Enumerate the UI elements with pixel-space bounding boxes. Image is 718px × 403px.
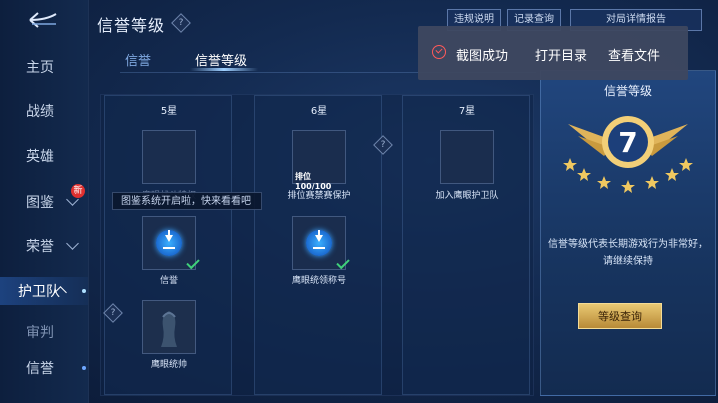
reward-slot[interactable]: 排位100/100: [292, 130, 346, 191]
help-glyph: ?: [380, 140, 386, 150]
sidebar-item-honor[interactable]: 荣誉: [0, 232, 88, 260]
sidebar-item-records[interactable]: 战绩: [0, 97, 88, 125]
reward-label: 排位赛禁赛保护: [287, 191, 351, 201]
reward-label: 鹰眼统帅: [150, 360, 187, 370]
panel-description: 信誉等级代表长期游戏行为非常好，请继续保持: [548, 239, 708, 267]
level-emblem-icon: 7: [563, 116, 693, 193]
reward-slot[interactable]: [142, 130, 196, 184]
reward-label: 鹰眼统领称号: [291, 276, 346, 286]
toast-message: 截图成功: [456, 49, 509, 64]
column-header: 6星: [310, 106, 328, 117]
column-6-star: 6星 排位100/100 ? 排位赛禁赛保护 鹰眼统领称号: [254, 95, 393, 395]
sidebar-item-label: 英雄: [26, 149, 54, 165]
reward-grid: 5星 鹰眼战斗特权 信誉 鹰眼统帅 6星 排位100/100 ? 排位赛禁赛保护…: [100, 94, 534, 396]
tab-credit[interactable]: 信誉: [125, 50, 151, 69]
reward-label: 信誉: [159, 276, 178, 286]
sidebar-item-heroes[interactable]: 英雄: [0, 142, 88, 170]
selected-dot: [82, 366, 86, 370]
help-glyph: ?: [178, 18, 184, 28]
sidebar-item-home[interactable]: 主页: [0, 53, 88, 81]
active-dot: [82, 289, 86, 293]
page-title: 信誉等级: [97, 16, 166, 35]
chevron-down-icon: [66, 237, 79, 250]
view-file-link[interactable]: 查看文件: [608, 45, 660, 64]
sidebar-item-judge[interactable]: 审判: [0, 318, 88, 346]
tab-credit-level[interactable]: 信誉等级: [195, 50, 247, 69]
back-arrow-icon[interactable]: [26, 10, 62, 30]
column-7-star: 7星 加入鹰眼护卫队: [402, 95, 530, 395]
level-query-button[interactable]: 等级查询: [578, 303, 662, 329]
panel-title: 信誉等级: [603, 84, 652, 98]
reward-slot[interactable]: [142, 216, 200, 270]
gallery-tooltip: 图鉴系统开启啦，快来看看吧: [112, 192, 262, 210]
sidebar-item-label: 战绩: [26, 104, 54, 120]
eagle-commander-icon: [161, 311, 177, 347]
help-glyph: ?: [110, 308, 116, 318]
sidebar-item-label: 图鉴: [26, 195, 54, 211]
level-number: 7: [618, 126, 637, 159]
sidebar-item-label: 审判: [26, 325, 54, 341]
column-header: 7星: [458, 106, 476, 117]
sidebar-item-credit[interactable]: 信誉: [0, 354, 88, 382]
reward-slot[interactable]: [440, 130, 494, 184]
column-5-star: 5星 鹰眼战斗特权 信誉 鹰眼统帅: [104, 95, 232, 395]
help-icon[interactable]: ?: [171, 13, 191, 33]
download-icon: [156, 230, 182, 256]
sidebar-item-label: 主页: [26, 60, 54, 76]
sidebar-item-guard[interactable]: 护卫队: [0, 277, 88, 305]
download-icon: [306, 230, 332, 256]
reward-slot[interactable]: [142, 300, 196, 354]
column-header: 5星: [160, 106, 178, 117]
sidebar-item-label: 信誉: [26, 361, 54, 377]
check-icon: [186, 255, 200, 270]
sidebar-item-gallery[interactable]: 图鉴 新: [0, 184, 88, 216]
sidebar-item-label: 荣誉: [26, 239, 54, 255]
tab-active-indicator: [190, 68, 258, 71]
reward-slot[interactable]: [292, 216, 350, 270]
check-icon: [336, 255, 350, 270]
help-icon[interactable]: ?: [373, 135, 393, 155]
open-directory-link[interactable]: 打开目录: [535, 45, 587, 64]
reward-label: 加入鹰眼护卫队: [435, 191, 499, 201]
success-check-icon: [432, 45, 446, 59]
